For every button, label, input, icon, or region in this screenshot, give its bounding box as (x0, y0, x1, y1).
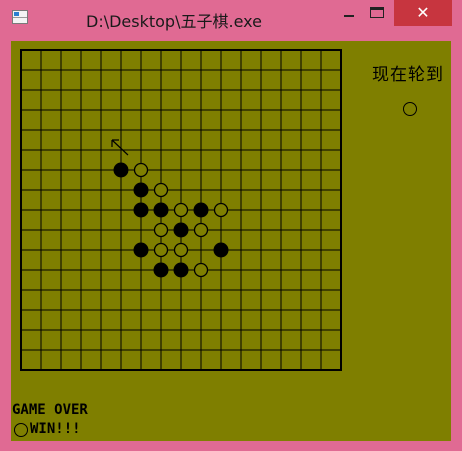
black-stone[interactable] (153, 202, 169, 218)
black-stone[interactable] (213, 242, 229, 258)
maximize-button[interactable] (364, 0, 390, 26)
black-stone[interactable] (153, 262, 169, 278)
black-stone[interactable] (193, 202, 209, 218)
white-stone[interactable] (173, 202, 189, 218)
window-title: D:\Desktop\五子棋.exe (86, 12, 262, 31)
gomoku-board[interactable] (11, 41, 451, 441)
white-stone[interactable] (133, 162, 149, 178)
black-stone[interactable] (113, 162, 129, 178)
mouse-cursor-icon (111, 139, 129, 156)
white-stone[interactable] (173, 242, 189, 258)
white-stone[interactable] (153, 242, 169, 258)
title-bar[interactable]: D:\Desktop\五子棋.exe ✕ (0, 0, 462, 36)
win-text: WIN!!! (30, 421, 81, 437)
black-stone[interactable] (133, 182, 149, 198)
black-stone[interactable] (173, 262, 189, 278)
game-client-area: 现在轮到 GAME OVER WIN!!! (11, 41, 451, 441)
close-icon: ✕ (416, 3, 430, 22)
white-stone[interactable] (193, 262, 209, 278)
app-window: D:\Desktop\五子棋.exe ✕ 现在轮到 GAME OVER WIN!… (0, 0, 462, 451)
white-stone[interactable] (153, 222, 169, 238)
app-icon[interactable] (12, 10, 28, 24)
minimize-button[interactable] (334, 0, 364, 26)
game-over-text: GAME OVER (12, 402, 88, 418)
white-stone[interactable] (193, 222, 209, 238)
white-stone[interactable] (153, 182, 169, 198)
cursor-arrow (111, 139, 129, 156)
minimize-icon (344, 15, 354, 17)
current-turn-stone (403, 102, 417, 116)
board-stones (113, 162, 229, 278)
winner-stone (14, 423, 28, 437)
turn-label: 现在轮到 (372, 65, 444, 85)
black-stone[interactable] (173, 222, 189, 238)
white-stone[interactable] (213, 202, 229, 218)
black-stone[interactable] (133, 242, 149, 258)
maximize-icon (370, 7, 384, 18)
close-button[interactable]: ✕ (394, 0, 452, 26)
black-stone[interactable] (133, 202, 149, 218)
